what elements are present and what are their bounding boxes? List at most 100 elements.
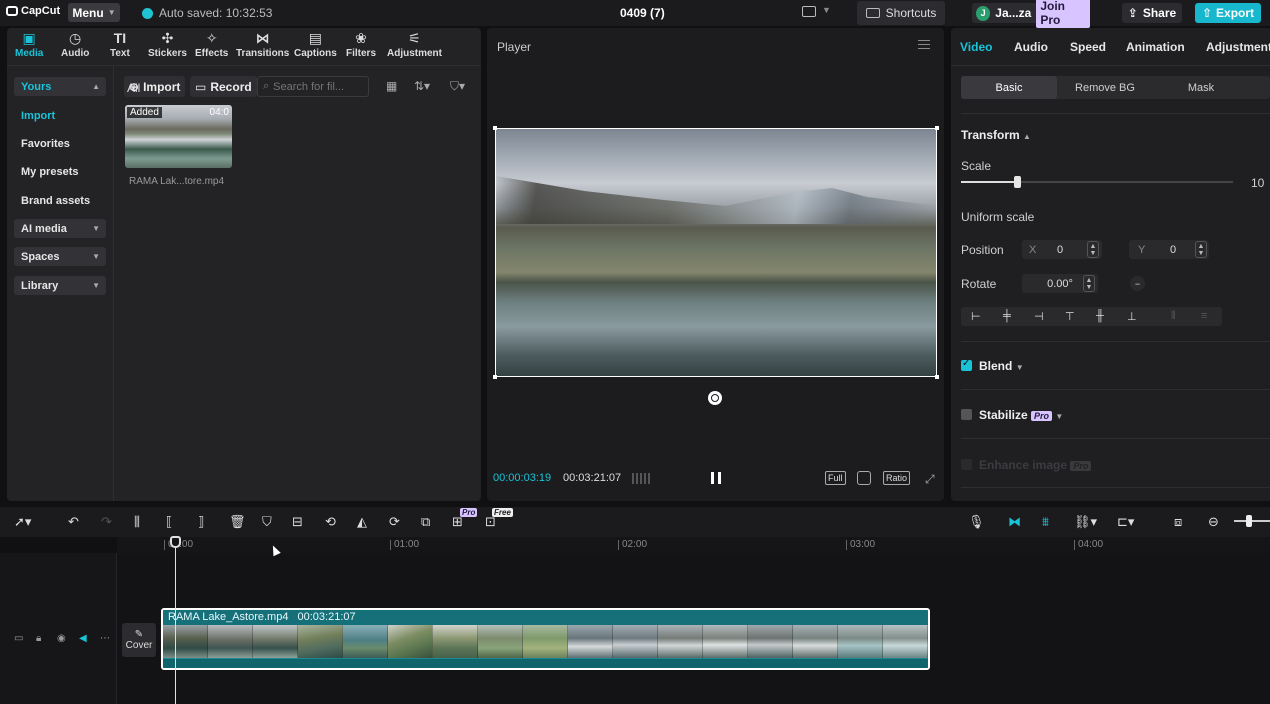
tab-filters[interactable]: ❀ Filters bbox=[346, 30, 376, 59]
full-button[interactable]: Full bbox=[825, 471, 846, 485]
link-icon[interactable]: ⛓▾ bbox=[1074, 514, 1097, 530]
project-title[interactable]: 0409 (7) bbox=[620, 6, 665, 20]
focus-icon[interactable] bbox=[857, 471, 871, 485]
video-preview[interactable] bbox=[493, 126, 939, 379]
lock-icon[interactable]: 🔒︎ bbox=[36, 633, 41, 644]
blend-section-header[interactable]: Blend ▼ bbox=[979, 359, 1024, 373]
fit-timeline-icon[interactable]: ⧈ bbox=[1174, 514, 1182, 530]
preview-axis-icon[interactable]: ⊏▾ bbox=[1117, 514, 1134, 530]
subtab-basic[interactable]: Basic bbox=[961, 76, 1057, 99]
tab-speed[interactable]: Speed bbox=[1070, 40, 1106, 54]
tab-adjustment[interactable]: Adjustment bbox=[1206, 40, 1270, 54]
tab-audio[interactable]: ◷ Audio bbox=[61, 30, 89, 59]
chevron-down-icon[interactable]: ▼ bbox=[822, 5, 831, 15]
marker-icon[interactable]: ⛉ bbox=[262, 514, 272, 530]
scale-slider-handle[interactable] bbox=[1014, 176, 1021, 188]
blend-checkbox[interactable] bbox=[961, 358, 972, 371]
tab-audio[interactable]: Audio bbox=[1014, 40, 1048, 54]
sidebar-item-spaces[interactable]: Spaces ▼ bbox=[14, 247, 106, 266]
rotate-handle-icon[interactable] bbox=[708, 391, 722, 405]
align-top-icon[interactable]: ⊤ bbox=[1065, 310, 1075, 323]
playhead-handle[interactable] bbox=[170, 536, 181, 548]
pause-icon[interactable] bbox=[711, 472, 721, 484]
sidebar-item-ai-media[interactable]: AI media ▼ bbox=[14, 219, 106, 238]
user-account[interactable]: J Ja...za Join Pro bbox=[972, 0, 1090, 28]
eye-icon[interactable]: ◉ bbox=[57, 633, 66, 644]
position-x-stepper[interactable]: ▲ ▼ bbox=[1087, 241, 1099, 258]
tab-captions[interactable]: ▤ Captions bbox=[294, 30, 337, 59]
tab-text[interactable]: TI Text bbox=[110, 30, 130, 59]
timeline-ruler[interactable]: 00:00 01:00 02:00 03:00 04:00 bbox=[117, 537, 1270, 553]
subtab-mask[interactable]: Mask bbox=[1153, 76, 1249, 99]
crop-icon[interactable]: ⧉ bbox=[421, 514, 430, 530]
sidebar-item-my-presets[interactable]: My presets bbox=[14, 162, 106, 181]
playhead-line[interactable] bbox=[175, 537, 176, 704]
media-clip-thumbnail[interactable]: Added 04:0 bbox=[125, 105, 232, 168]
more-icon[interactable]: ⋯ bbox=[100, 633, 110, 644]
align-center-v-icon[interactable]: ╫ bbox=[1096, 310, 1104, 322]
tab-stickers[interactable]: ✣ Stickers bbox=[148, 30, 187, 59]
track-cover-icon[interactable]: ▭ bbox=[14, 633, 23, 644]
select-cursor-icon[interactable]: ➚▾ bbox=[14, 514, 31, 530]
video-clip[interactable]: RAMA Lake_Astore.mp4 00:03:21:07 bbox=[161, 608, 930, 670]
freeze-frame-icon[interactable]: ⊟ bbox=[292, 514, 303, 530]
tab-media[interactable]: ▣ Media bbox=[15, 30, 43, 59]
tab-effects[interactable]: ✧ Effects bbox=[195, 30, 228, 59]
sidebar-item-favorites[interactable]: Favorites bbox=[14, 134, 106, 153]
stabilize-checkbox[interactable] bbox=[961, 409, 972, 420]
delete-icon[interactable]: 🗑︎ bbox=[229, 514, 246, 530]
ratio-button[interactable]: Ratio bbox=[883, 471, 911, 485]
record-button[interactable]: ▭ Record bbox=[190, 76, 257, 97]
sidebar-item-brand-assets[interactable]: Brand assets bbox=[14, 191, 106, 210]
filter-all-label[interactable]: All bbox=[127, 81, 140, 95]
scale-value[interactable]: 10 bbox=[1251, 176, 1264, 190]
cover-button[interactable]: ✎ Cover bbox=[122, 623, 156, 657]
mirror-icon[interactable]: ◭ bbox=[357, 514, 367, 530]
search-box[interactable]: ⌕ bbox=[257, 76, 369, 97]
grid-view-icon[interactable]: ▦ bbox=[386, 79, 397, 93]
export-button[interactable]: ⇧ Export bbox=[1195, 3, 1261, 23]
split-right-icon[interactable]: ⟧ bbox=[198, 514, 204, 530]
resize-handle[interactable] bbox=[935, 126, 939, 130]
reverse-icon[interactable]: ⟲ bbox=[325, 514, 336, 530]
layout-icon[interactable] bbox=[802, 6, 816, 17]
align-center-h-icon[interactable]: ╪ bbox=[1003, 310, 1011, 322]
subtab-remove-bg[interactable]: Remove BG bbox=[1057, 76, 1153, 99]
split-left-icon[interactable]: ⟦ bbox=[166, 514, 172, 530]
search-input[interactable] bbox=[273, 80, 354, 93]
sidebar-item-library[interactable]: Library ▼ bbox=[14, 276, 106, 295]
auto-snap-icon[interactable]: ⩩ bbox=[1042, 514, 1049, 530]
resize-handle[interactable] bbox=[493, 375, 497, 379]
align-right-icon[interactable]: ⊣ bbox=[1034, 310, 1044, 323]
zoom-slider-track[interactable] bbox=[1234, 520, 1270, 522]
filter-icon[interactable]: ⛉▾ bbox=[450, 79, 465, 94]
transform-section-header[interactable]: Transform ▲ bbox=[961, 128, 1031, 142]
timeline-grid-icon[interactable] bbox=[632, 473, 650, 484]
tab-transitions[interactable]: ⋈ Transitions bbox=[236, 30, 289, 59]
undo-icon[interactable]: ↶ bbox=[68, 514, 79, 530]
shortcuts-button[interactable]: Shortcuts bbox=[857, 1, 945, 25]
sidebar-item-import[interactable]: Import bbox=[14, 106, 106, 125]
join-pro-button[interactable]: Join Pro bbox=[1036, 0, 1090, 28]
align-bottom-icon[interactable]: ⊥ bbox=[1127, 310, 1137, 323]
position-y-stepper[interactable]: ▲ ▼ bbox=[1195, 241, 1207, 258]
share-button[interactable]: ⇪ Share bbox=[1122, 3, 1182, 23]
hamburger-menu-icon[interactable] bbox=[918, 40, 930, 49]
split-icon[interactable]: ⫼ bbox=[134, 514, 140, 530]
menu-button[interactable]: Menu ▼ bbox=[68, 3, 120, 22]
rotate-icon[interactable]: ⟳ bbox=[389, 514, 400, 530]
stabilize-section-header[interactable]: Stabilize Pro ▼ bbox=[979, 408, 1063, 422]
resize-handle[interactable] bbox=[493, 126, 497, 130]
speaker-icon[interactable]: ◀ bbox=[79, 633, 87, 644]
resize-handle[interactable] bbox=[935, 375, 939, 379]
tab-adjustment[interactable]: ⚟ Adjustment bbox=[387, 30, 442, 59]
sidebar-item-yours[interactable]: Yours ▲ bbox=[14, 77, 106, 96]
tab-animation[interactable]: Animation bbox=[1126, 40, 1185, 54]
align-left-icon[interactable]: ⊢ bbox=[971, 310, 981, 323]
zoom-slider-handle[interactable] bbox=[1246, 515, 1252, 527]
sort-icon[interactable]: ⇅▾ bbox=[414, 79, 430, 93]
microphone-icon[interactable]: 🎙︎ bbox=[968, 514, 985, 530]
tab-video[interactable]: Video bbox=[960, 40, 992, 54]
fullscreen-icon[interactable]: ⤢ bbox=[925, 472, 935, 487]
rotate-stepper[interactable]: ▲ ▼ bbox=[1083, 275, 1095, 292]
